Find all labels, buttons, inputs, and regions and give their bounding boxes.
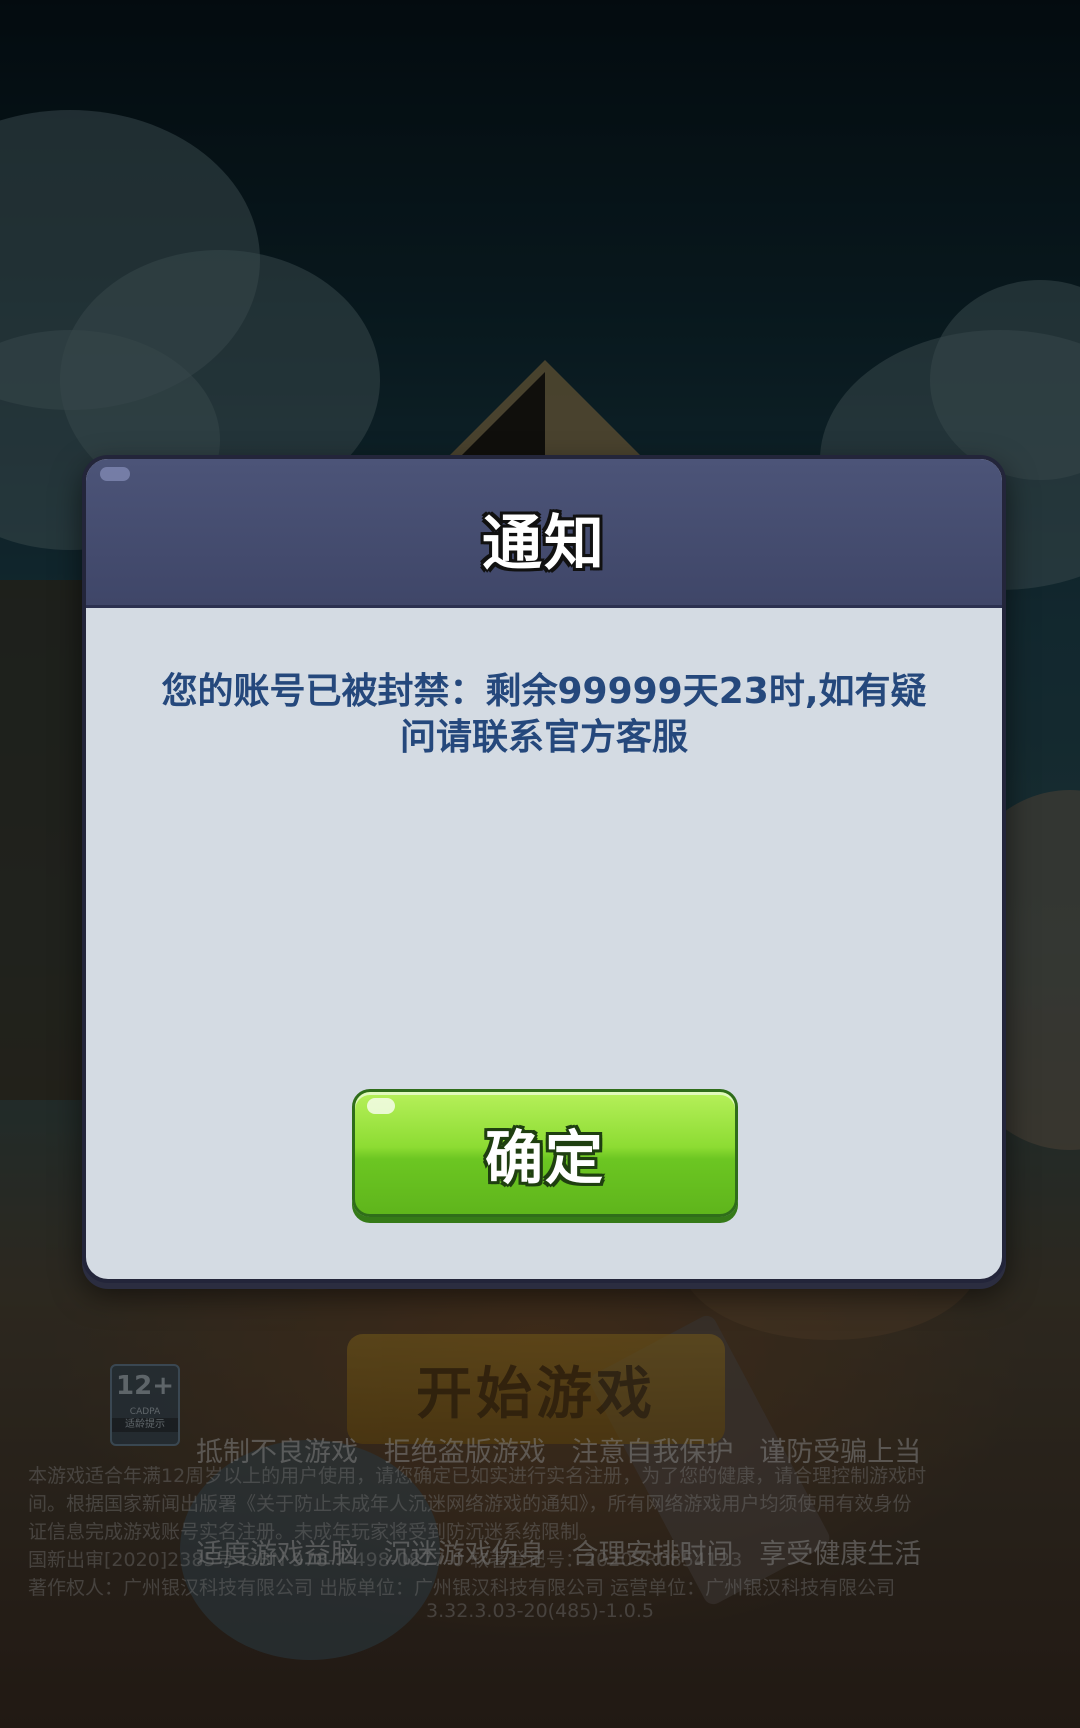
notice-dialog: 通知 您的账号已被封禁：剩余99999天23时,如有疑问请联系官方客服 确定 (82, 455, 1006, 1283)
confirm-button[interactable]: 确定 (352, 1089, 738, 1217)
dialog-title: 通知 (482, 509, 606, 579)
confirm-button-label: 确定 (484, 1124, 605, 1192)
dialog-message: 您的账号已被封禁：剩余99999天23时,如有疑问请联系官方客服 (161, 671, 927, 758)
dialog-header: 通知 (86, 459, 1002, 608)
